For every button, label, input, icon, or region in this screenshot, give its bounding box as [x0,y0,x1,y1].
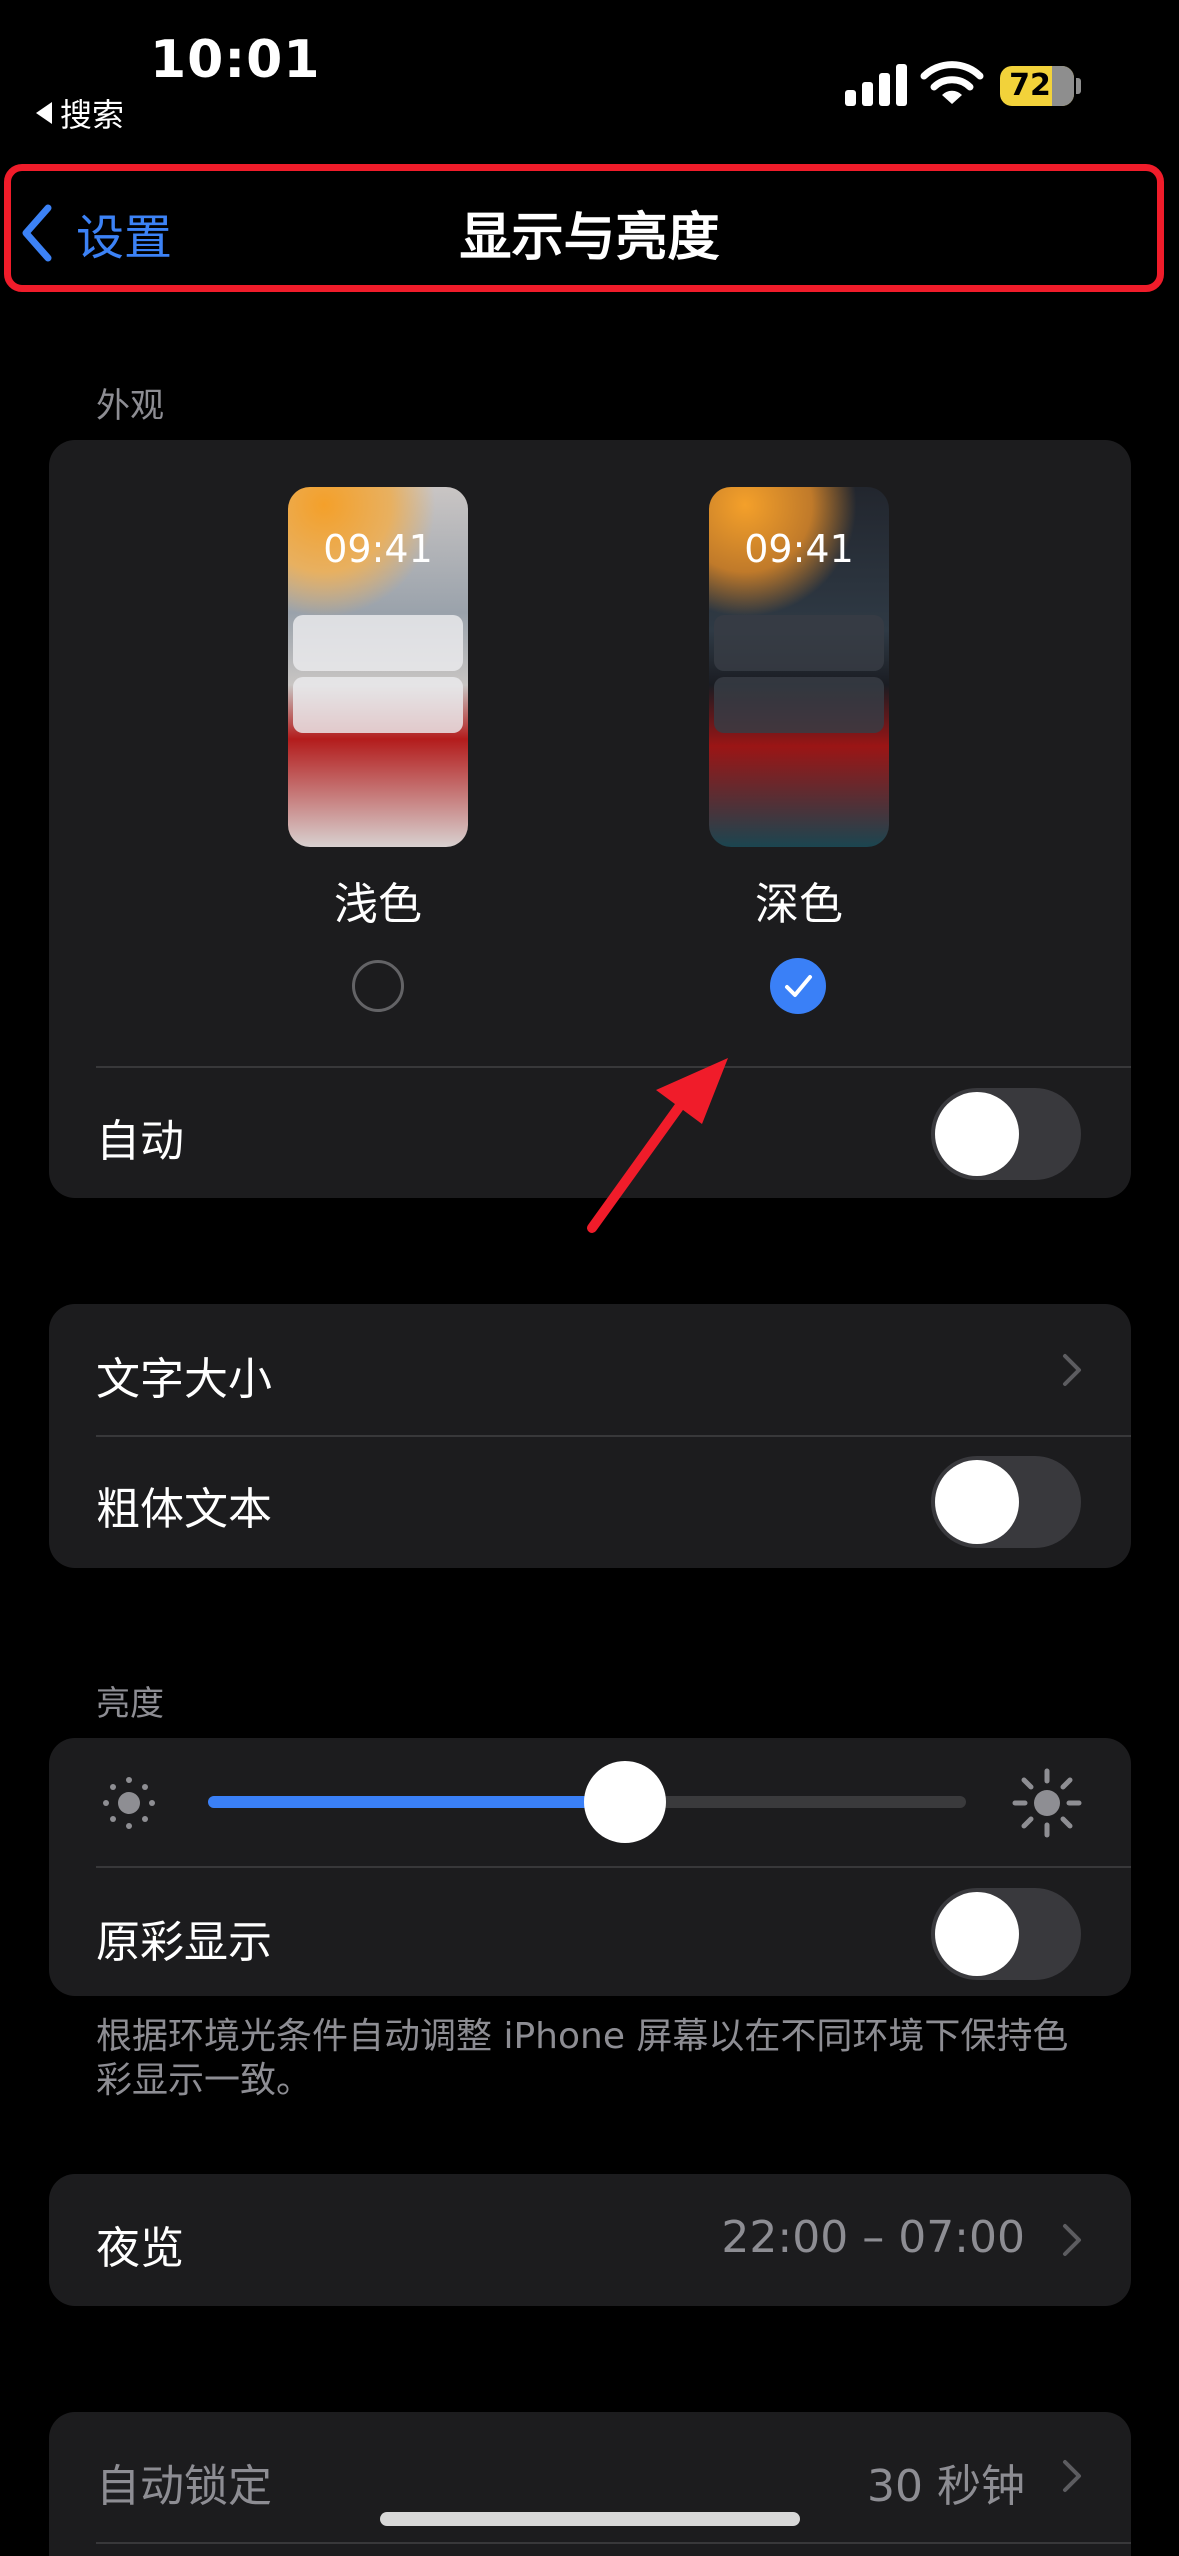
battery-tip [1076,78,1081,94]
night-shift-schedule: 22:00 – 07:00 [721,2212,1025,2263]
chevron-right-icon [1063,1354,1081,1386]
night-shift-label: 夜览 [96,2223,184,2274]
chevron-right-icon [1063,2460,1081,2492]
divider [96,1866,1131,1868]
dark-mode-radio[interactable] [770,958,826,1014]
auto-lock-label: 自动锁定 [96,2461,272,2512]
back-triangle-icon [36,102,52,124]
bold-text-label: 粗体文本 [96,1484,272,1535]
light-mode-label: 浅色 [334,879,422,930]
auto-appearance-toggle[interactable] [931,1088,1081,1180]
battery-percentage: 72 [1009,68,1051,103]
bold-text-toggle[interactable] [931,1456,1081,1548]
home-indicator [380,2512,800,2526]
checkmark-icon [785,975,812,997]
dark-mode-preview[interactable]: 09:41 [709,487,889,847]
brightness-header: 亮度 [96,1684,164,1724]
wifi-icon [920,61,984,104]
page-title: 显示与亮度 [459,208,720,268]
divider [96,2542,1131,2544]
brightness-low-icon [103,1777,155,1829]
battery-icon: 72 [1000,66,1074,106]
cellular-signal-icon [845,62,907,106]
divider [96,1435,1131,1437]
true-tone-footnote: 根据环境光条件自动调整 iPhone 屏幕以在不同环境下保持色彩显示一致。 [96,2016,1069,2101]
dark-preview-notification [714,677,884,733]
status-time: 10:01 [150,30,321,90]
auto-appearance-label: 自动 [96,1116,184,1167]
dark-preview-time: 09:41 [744,527,854,571]
appearance-header: 外观 [96,386,164,426]
brightness-high-icon [1012,1768,1082,1838]
true-tone-toggle[interactable] [931,1888,1081,1980]
light-mode-radio[interactable] [352,960,404,1012]
true-tone-label: 原彩显示 [96,1917,272,1968]
chevron-right-icon [1063,2224,1081,2256]
light-preview-notification [293,615,463,671]
back-to-search[interactable]: 搜索 [36,90,124,136]
annotation-arrow-icon [587,1058,728,1233]
brightness-slider-thumb[interactable] [583,1761,666,1843]
dark-preview-notification [714,615,884,671]
brightness-slider-fill [208,1796,625,1808]
text-size-row[interactable]: 文字大小 [96,1343,272,1407]
dark-mode-label: 深色 [755,879,843,930]
back-app-label: 搜索 [60,96,125,134]
light-preview-time: 09:41 [323,527,433,571]
light-preview-notification [293,677,463,733]
light-mode-preview[interactable]: 09:41 [288,487,468,847]
auto-lock-value: 30 秒钟 [867,2461,1025,2512]
